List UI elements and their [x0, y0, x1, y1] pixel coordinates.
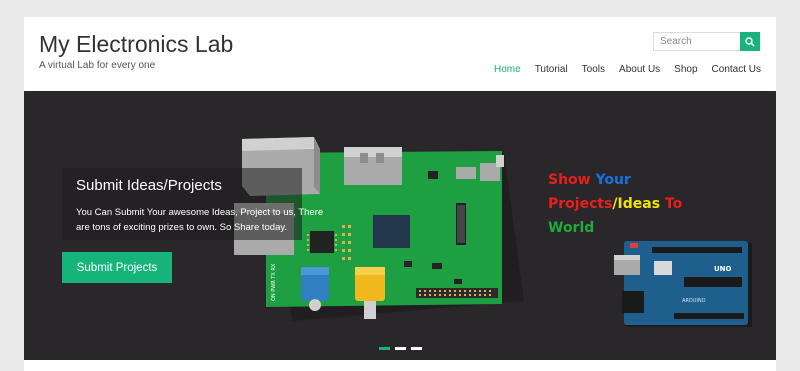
- nav-tutorial[interactable]: Tutorial: [535, 64, 568, 75]
- submit-projects-button[interactable]: Submit Projects: [62, 252, 172, 283]
- caption-title: Submit Ideas/Projects: [76, 177, 222, 194]
- headline-word: World: [548, 220, 595, 236]
- site-tagline: A virtual Lab for every one: [39, 60, 156, 71]
- search-button[interactable]: [740, 32, 760, 51]
- headline-word: Projects: [548, 196, 613, 212]
- search-icon: [745, 36, 755, 47]
- nav-about-us[interactable]: About Us: [619, 64, 660, 75]
- search-form: [653, 32, 761, 51]
- page: My Electronics Lab A virtual Lab for eve…: [24, 17, 776, 371]
- arduino-brand-label: ARDUINO: [682, 298, 706, 304]
- main-nav: Home Tutorial Tools About Us Shop Contac…: [494, 64, 761, 75]
- nav-home[interactable]: Home: [494, 64, 521, 75]
- slide-dot-1[interactable]: [379, 347, 390, 350]
- search-input[interactable]: [653, 32, 740, 51]
- headline-word: Show: [548, 172, 591, 188]
- headline-word: Ideas: [617, 196, 661, 212]
- slide-headline: Show Your Projects/Ideas To World: [548, 168, 682, 240]
- board-pin-label: ON PWR TX RX: [271, 263, 277, 301]
- nav-shop[interactable]: Shop: [674, 64, 697, 75]
- content-area-top: [24, 360, 776, 371]
- arduino-uno-label: UNO: [714, 265, 732, 273]
- caption-text: You Can Submit Your awesome Ideas, Proje…: [76, 207, 324, 233]
- site-title[interactable]: My Electronics Lab: [39, 31, 233, 58]
- hero-slider: ON PWR TX RX UNO ARDUINO Submit Ideas/Pr…: [24, 91, 776, 360]
- headline-word: To: [664, 196, 683, 212]
- slide-dot-2[interactable]: [395, 347, 406, 350]
- nav-contact-us[interactable]: Contact Us: [712, 64, 761, 75]
- headline-word: Your: [595, 172, 631, 188]
- slide-dot-3[interactable]: [411, 347, 422, 350]
- slider-pagination: [379, 347, 422, 350]
- nav-tools[interactable]: Tools: [582, 64, 605, 75]
